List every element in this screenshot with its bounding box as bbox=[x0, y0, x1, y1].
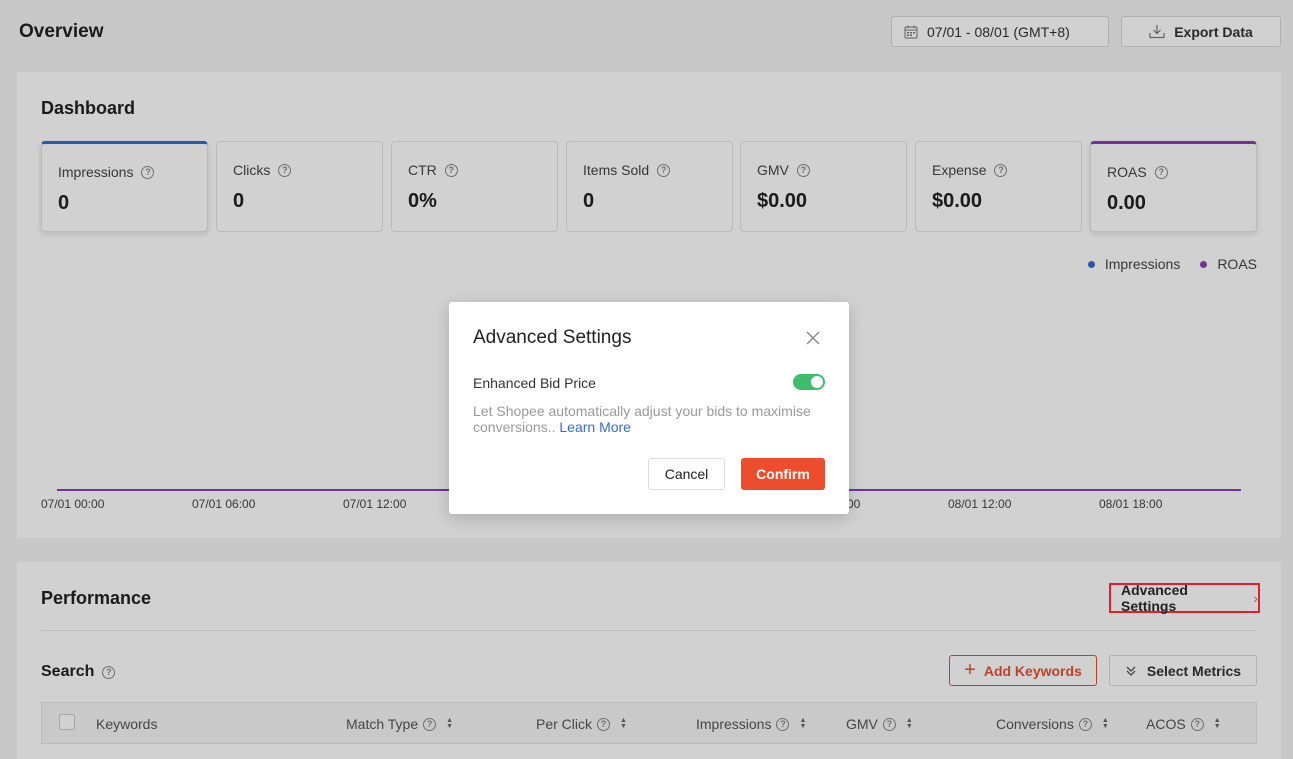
learn-more-link[interactable]: Learn More bbox=[559, 419, 631, 435]
advanced-settings-label: Advanced Settings bbox=[1121, 582, 1188, 614]
cancel-button[interactable]: Cancel bbox=[648, 458, 725, 490]
enhanced-bid-price-toggle[interactable] bbox=[793, 374, 825, 390]
overview-page: Overview 07/01 - 08/01 (GMT+8) Export Da… bbox=[0, 0, 1293, 759]
close-icon[interactable] bbox=[805, 330, 821, 346]
confirm-button[interactable]: Confirm bbox=[741, 458, 825, 490]
setting-description: Let Shopee automatically adjust your bid… bbox=[473, 403, 825, 435]
chevron-right-icon: › bbox=[1253, 590, 1258, 606]
advanced-settings-modal: Advanced Settings Enhanced Bid Price Let… bbox=[449, 302, 849, 514]
toggle-knob bbox=[811, 376, 823, 388]
description-text: Let Shopee automatically adjust your bid… bbox=[473, 403, 811, 435]
enhanced-bid-price-label: Enhanced Bid Price bbox=[473, 375, 596, 391]
modal-title: Advanced Settings bbox=[473, 327, 632, 348]
advanced-settings-link[interactable]: Advanced Settings › bbox=[1109, 582, 1260, 614]
